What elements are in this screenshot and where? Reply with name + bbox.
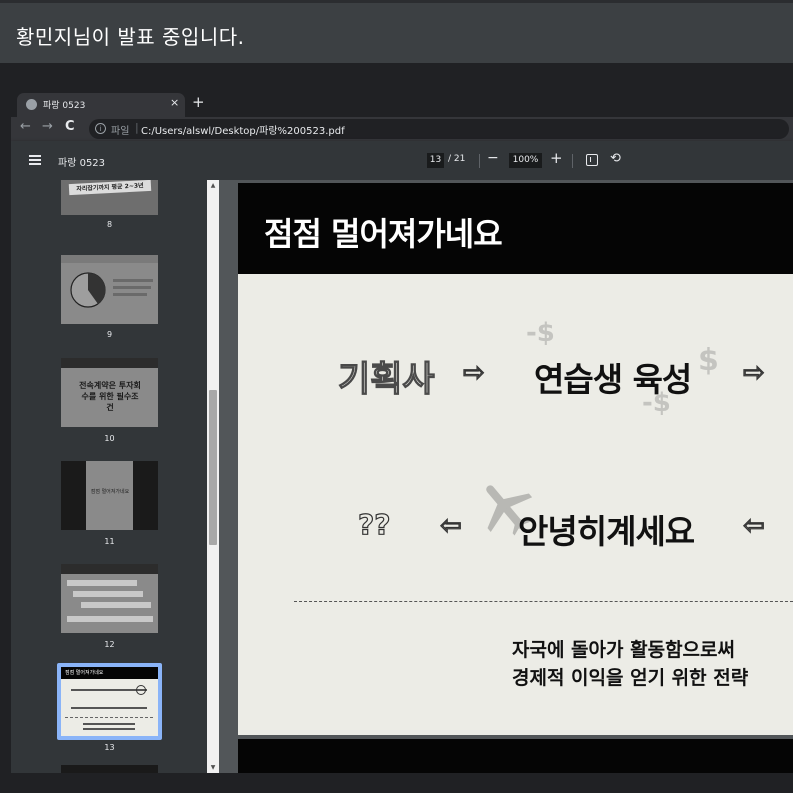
- globe-icon: [26, 99, 37, 110]
- page-number-input[interactable]: 13: [427, 153, 444, 168]
- thumbnail-number: 12: [104, 640, 115, 649]
- presenting-text: 황민지님이 발표 중입니다.: [16, 25, 245, 49]
- arrow-left-icon: ⇦: [742, 510, 765, 541]
- reload-button[interactable]: C: [65, 119, 75, 134]
- agency-label: 기획사: [337, 359, 435, 400]
- pdf-toolbar: 파랑 0523 13 / 21 − 100% + ⟲: [11, 141, 793, 180]
- thumbnail-label: 전속계약은 투자회수를 위한 필수조건: [79, 381, 141, 412]
- pie-chart-icon: [70, 272, 106, 308]
- thumbnail-divider: [65, 717, 153, 718]
- thumbnail-header: [61, 255, 158, 263]
- url-text[interactable]: C:/Users/alswl/Desktop/파랑%200523.pdf: [141, 122, 345, 137]
- thumbnail-line: [67, 616, 153, 622]
- scroll-up-icon[interactable]: ▲: [207, 180, 219, 191]
- thumbnail-line: [83, 723, 135, 725]
- scroll-down-icon[interactable]: ▼: [207, 762, 219, 773]
- thumbnail-sidebar: 자리잡기까지 평균 2~3년 8 9 전속계약은 투자회수를 위한 필수조건 1…: [11, 180, 219, 773]
- meeting-backdrop: [0, 63, 793, 90]
- divider: [479, 154, 480, 168]
- thumbnail-number: 10: [104, 434, 115, 443]
- tab-title: 파랑 0523: [43, 101, 86, 111]
- presenting-banner: 황민지님이 발표 중입니다.: [0, 0, 793, 63]
- menu-icon[interactable]: [29, 155, 41, 165]
- info-icon[interactable]: i: [95, 123, 106, 134]
- thumbnail-header: [61, 358, 158, 368]
- divider-dashed: [294, 601, 793, 602]
- thumbnail-header: [61, 564, 158, 574]
- zoom-input[interactable]: 100%: [509, 153, 542, 168]
- tab-pdf[interactable]: 파랑 0523 ×: [17, 93, 185, 117]
- thumbnail-line: [113, 279, 153, 282]
- thumbnail-page-14[interactable]: [61, 765, 158, 773]
- thumbnail-page-8[interactable]: 자리잡기까지 평균 2~3년: [61, 180, 158, 215]
- site-label: 파일: [111, 126, 130, 137]
- thumbnail-label: 점점 멀어져가네요: [90, 489, 130, 495]
- new-tab-button[interactable]: +: [192, 93, 205, 111]
- caption-line-2: 경제적 이익을 얻기 위한 전략: [512, 667, 749, 689]
- caption-line-1: 자국에 돌아가 활동함으로써: [512, 639, 735, 661]
- arrow-right-icon: ⇨: [462, 357, 485, 388]
- rotate-icon[interactable]: ⟲: [610, 151, 621, 166]
- thumbnail-line: [113, 286, 151, 289]
- thumbnail-page-10[interactable]: 전속계약은 투자회수를 위한 필수조건: [61, 358, 158, 427]
- slide-title: 점점 멀어져가네요: [264, 215, 503, 253]
- thumbnail-line: [67, 580, 137, 586]
- thumbnail-page-11[interactable]: 점점 멀어져가네요: [61, 461, 158, 530]
- fit-page-icon[interactable]: [586, 154, 598, 166]
- divider: [572, 154, 573, 168]
- thumbnail-page-13[interactable]: 점점 멀어져가네요: [61, 667, 158, 736]
- thumbnail-card: 점점 멀어져가네요: [86, 461, 133, 530]
- thumbnail-number: 9: [106, 330, 113, 339]
- question-label: ??: [357, 507, 391, 541]
- arrow-left-icon: ⇦: [439, 510, 462, 541]
- shared-browser-window: 파랑 0523 × + ← → C i 파일 | C:/Users/alswl/…: [11, 90, 793, 773]
- thumbnail-number: 8: [106, 220, 113, 229]
- thumbnail-page-12[interactable]: [61, 564, 158, 633]
- pdf-page-14: [238, 739, 793, 773]
- scrollbar-thumb[interactable]: [209, 390, 217, 545]
- thumbnail-label: 자리잡기까지 평균 2~3년: [68, 180, 152, 196]
- thumbnail-line: [73, 591, 143, 597]
- browser-toolbar: ← → C i 파일 | C:/Users/alswl/Desktop/파랑%2…: [11, 117, 793, 141]
- address-bar[interactable]: i 파일 | C:/Users/alswl/Desktop/파랑%200523.…: [89, 119, 789, 139]
- thumbnail-line: [71, 707, 147, 709]
- document-viewer: 점점 멀어져가네요 기획사 ⇨ 연습생 육성 ⇨ -$ $ -$ ?? ⇦ 안녕…: [219, 180, 793, 773]
- dollar-label: $: [698, 343, 719, 378]
- page-total: / 21: [448, 154, 466, 164]
- thumbnail-line: [83, 728, 135, 730]
- pdf-page-13: 점점 멀어져가네요 기획사 ⇨ 연습생 육성 ⇨ -$ $ -$ ?? ⇦ 안녕…: [238, 183, 793, 735]
- thumbnail-line: [81, 602, 151, 608]
- url-separator: |: [135, 121, 139, 134]
- thumbnail-number: 11: [104, 537, 115, 546]
- thumbnail-label: 점점 멀어져가네요: [61, 667, 158, 679]
- back-button[interactable]: ←: [20, 119, 31, 134]
- document-title: 파랑 0523: [58, 158, 106, 169]
- forward-button[interactable]: →: [42, 119, 53, 134]
- thumbnail-circle: [136, 685, 146, 695]
- sidebar-scrollbar[interactable]: ▲ ▼: [207, 180, 219, 773]
- tab-strip: 파랑 0523 × +: [11, 90, 793, 117]
- thumbnail-page-9[interactable]: [61, 255, 158, 324]
- slide-header: 점점 멀어져가네요: [238, 183, 793, 274]
- thumbnail-line: [113, 293, 147, 296]
- meeting-bottom-bar: [0, 773, 793, 793]
- zoom-in-button[interactable]: +: [550, 149, 563, 167]
- zoom-out-button[interactable]: −: [487, 150, 499, 166]
- close-icon[interactable]: ×: [170, 96, 179, 109]
- money-minus-label: -$: [642, 388, 671, 418]
- thumbnail-number: 13: [104, 743, 115, 752]
- arrow-right-icon: ⇨: [742, 357, 765, 388]
- goodbye-label: 안녕히계세요: [518, 512, 695, 551]
- money-minus-label: -$: [526, 318, 555, 348]
